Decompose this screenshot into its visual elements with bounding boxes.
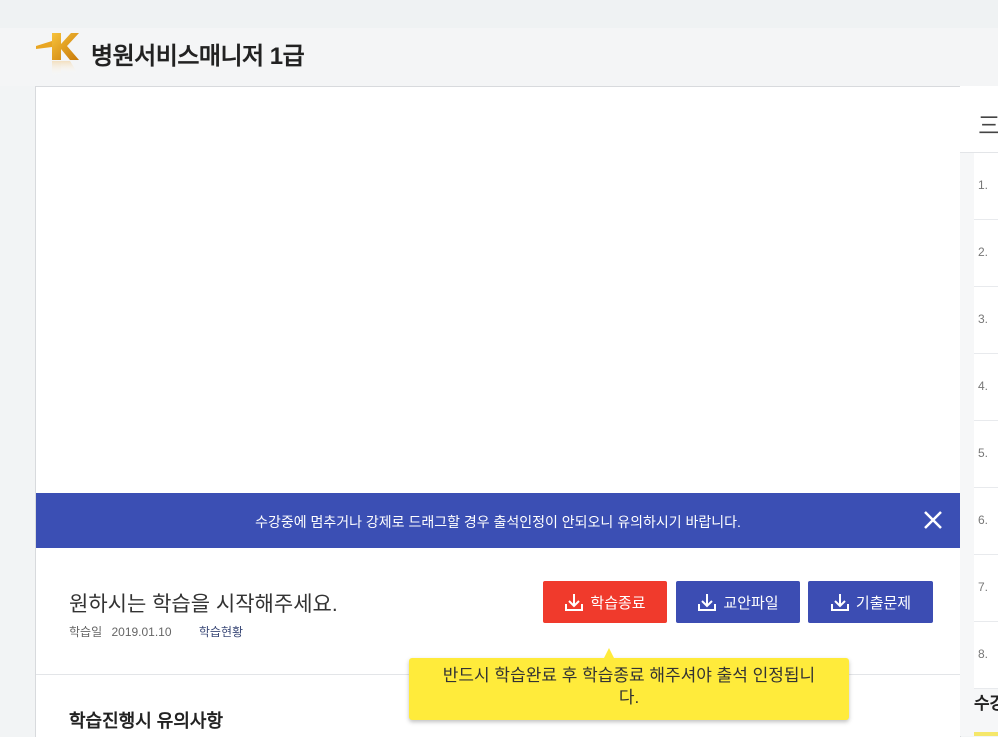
lesson-number: 8. [978, 647, 989, 661]
study-date-label: 학습일 [69, 625, 103, 639]
video-player[interactable] [36, 87, 960, 493]
completion-tooltip: 반드시 학습완료 후 학습종료 해주셔야 출석 인정됩니 다. [409, 648, 849, 720]
lecture-file-button[interactable]: 교안파일 [676, 581, 800, 623]
player-panel: 수강중에 멈추거나 강제로 드래그할 경우 출석인정이 안되오니 유의하시기 바… [35, 86, 961, 737]
tooltip-arrow [604, 648, 614, 658]
lesson-item[interactable]: 8. [974, 622, 998, 689]
lesson-item[interactable]: 2. [974, 220, 998, 287]
lesson-item[interactable]: 5. [974, 421, 998, 488]
study-date: 2019.01.10 [111, 625, 172, 639]
lesson-number: 3. [978, 312, 989, 326]
lesson-item[interactable]: 4. [974, 354, 998, 421]
status-text: 원하시는 학습을 시작해주세요. [69, 593, 338, 616]
sidebar-bottom-label: 수강 [974, 694, 998, 713]
sidebar-header-label: 三이 [978, 113, 998, 138]
download-icon [565, 594, 584, 611]
notes-title: 학습진행시 유의사항 [69, 711, 224, 731]
lesson-sidebar: 三이 1. 2. 3. 4. 5. 6. 7. 8. 수강 [960, 86, 998, 736]
lesson-number: 6. [978, 513, 989, 527]
lesson-number: 2. [978, 245, 989, 259]
end-study-label: 학습종료 [590, 594, 646, 612]
lecture-file-label: 교안파일 [723, 594, 779, 612]
lesson-item[interactable]: 6. [974, 488, 998, 555]
lesson-item[interactable]: 7. [974, 555, 998, 622]
tooltip-line-1: 반드시 학습완료 후 학습종료 해주셔야 출석 인정됩니 [442, 666, 816, 685]
lesson-number: 5. [978, 446, 989, 460]
notice-bar: 수강중에 멈추거나 강제로 드래그할 경우 출석인정이 안되오니 유의하시기 바… [36, 493, 960, 548]
lesson-number: 4. [978, 379, 989, 393]
tooltip-line-2: 다. [618, 688, 640, 707]
k-logo [36, 33, 79, 76]
lesson-number: 1. [978, 178, 989, 192]
past-exams-button[interactable]: 기출문제 [808, 581, 933, 623]
close-icon[interactable] [922, 509, 944, 531]
sidebar-underline [974, 732, 998, 736]
notice-text: 수강중에 멈추거나 강제로 드래그할 경우 출석인정이 안되오니 유의하시기 바… [255, 514, 741, 530]
top-strip [0, 0, 998, 28]
past-exams-label: 기출문제 [855, 594, 912, 612]
course-title: 병원서비스매니저 1급 [91, 43, 305, 70]
progress-link[interactable]: 학습현황 [199, 625, 243, 639]
sidebar-header: 三이 [960, 86, 998, 153]
end-study-button[interactable]: 학습종료 [543, 581, 667, 623]
lesson-item[interactable]: 3. [974, 287, 998, 354]
study-meta: 학습일 2019.01.10 학습현황 [69, 623, 243, 640]
lesson-item[interactable]: 1. [974, 153, 998, 220]
lesson-number: 7. [978, 580, 989, 594]
download-icon [830, 594, 849, 611]
download-icon [698, 594, 717, 611]
